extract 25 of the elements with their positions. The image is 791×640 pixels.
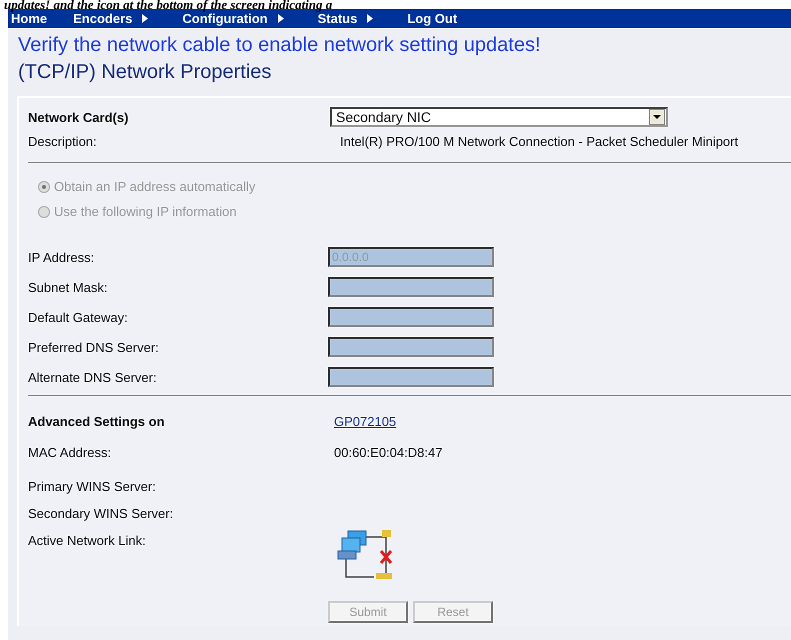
nav-link[interactable]: Home [11,11,48,26]
field-label: Default Gateway: [28,310,129,324]
field-label: Active Network Link: [28,533,147,548]
nav-link[interactable]: Status [318,11,358,26]
field-label: MAC Address: [28,445,112,460]
field-label: Secondary WINS Server: [28,506,174,521]
field-label: Primary WINS Server: [28,479,157,494]
field-label: Network Card(s) [28,110,130,124]
nav-link[interactable]: Encoders [73,11,132,26]
description-value: Intel(R) PRO/100 M Network Connection - Packet Scheduler Miniport [339,134,740,148]
host-link[interactable]: GP072105 [330,414,791,429]
section-label: Advanced Settings on [28,414,166,429]
nav-link[interactable]: Configuration [182,11,268,26]
field-value: 00:60:E0:04:D8:47 [334,445,444,460]
nav-link[interactable]: Log Out [407,11,458,26]
page-heading: (TCP/IP) Network Properties [17,60,272,84]
radio-label: Obtain an IP address automatically [54,179,256,194]
field-label: Preferred DNS Server: [28,340,160,354]
field-label: Alternate DNS Server: [28,370,158,384]
field-label: Description: [28,134,98,148]
warning-message: Verify the network cable to enable network setting updates! [17,33,542,57]
network-card-dropdown[interactable]: Secondary NIC [330,107,668,127]
radio-label: Use the following IP information [54,204,237,219]
field-label: Subnet Mask: [28,280,108,294]
field-label: IP Address: [28,250,96,264]
